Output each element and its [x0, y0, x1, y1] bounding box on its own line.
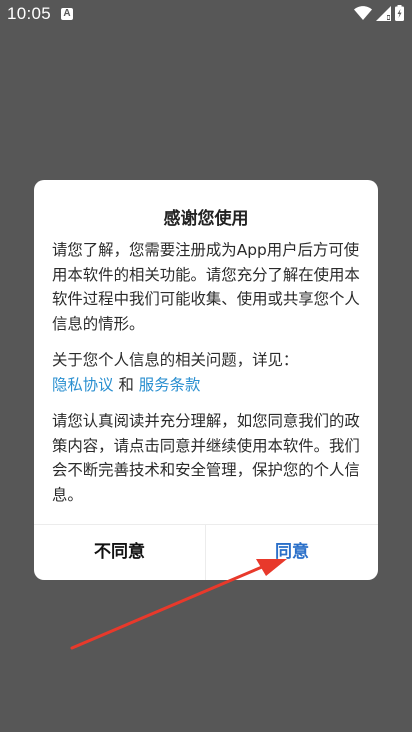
- dialog-title: 感谢您使用: [163, 209, 249, 229]
- notification-a-icon: A: [61, 8, 73, 20]
- dialog-paragraph-2: 关于您个人信息的相关问题，详见： 隐私协议 和 服务条款: [52, 348, 362, 397]
- battery-icon: [395, 5, 404, 21]
- link-separator: 和: [118, 375, 134, 394]
- wifi-icon: [354, 6, 372, 20]
- dialog-body: 请您了解，您需要注册成为App用户后方可使用本软件的相关功能。请您充分了解在使用…: [52, 238, 362, 507]
- privacy-consent-dialog: 感谢您使用 请您了解，您需要注册成为App用户后方可使用本软件的相关功能。请您充…: [34, 180, 378, 580]
- status-bar: 10:05 A: [0, 0, 412, 30]
- signal-icon: [376, 5, 391, 21]
- terms-of-service-link[interactable]: 服务条款: [139, 376, 201, 394]
- status-time: 10:05: [7, 4, 52, 23]
- dialog-paragraph-3: 请您认真阅读并充分理解，如您同意我们的政策内容，请点击同意并继续使用本软件。我们…: [52, 412, 360, 504]
- agree-button[interactable]: 同意: [206, 525, 378, 580]
- status-icons: [354, 5, 404, 21]
- paragraph-2-prefix: 关于您个人信息的相关问题，详见：: [52, 351, 299, 369]
- privacy-policy-link[interactable]: 隐私协议: [52, 376, 114, 394]
- disagree-button[interactable]: 不同意: [34, 525, 205, 580]
- dialog-paragraph-1: 请您了解，您需要注册成为App用户后方可使用本软件的相关功能。请您充分了解在使用…: [52, 241, 360, 333]
